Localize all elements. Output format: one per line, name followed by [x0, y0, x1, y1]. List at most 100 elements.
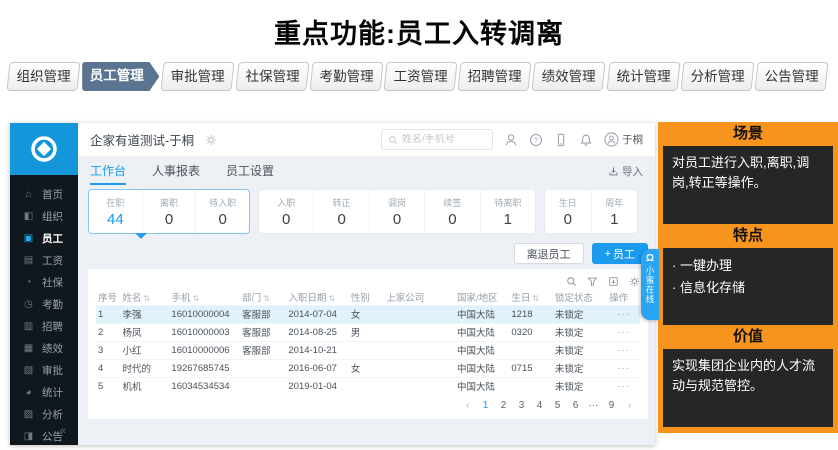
pagination-page-button[interactable]: 3 — [515, 400, 528, 411]
row-actions-button[interactable]: ··· — [607, 359, 640, 377]
app-logo[interactable] — [10, 123, 78, 175]
sidebar-item-recruit[interactable]: ▥招聘 — [10, 315, 78, 337]
pagination-page-button[interactable]: 2 — [497, 400, 510, 411]
feature-tab[interactable]: 分析管理 — [680, 62, 754, 91]
sidebar-item-salary[interactable]: ▤工资 — [10, 249, 78, 271]
feature-tab[interactable]: 组织管理 — [6, 62, 80, 91]
table-cell: 时代的 — [120, 359, 169, 377]
table-row[interactable]: 3小红16010000006客服部2014-10-21中国大陆未锁定··· — [96, 341, 640, 359]
window-tab[interactable]: 人事报表 — [152, 157, 200, 185]
feature-tab[interactable]: 公告管理 — [754, 62, 828, 91]
table-export-icon[interactable] — [608, 276, 619, 287]
feature-tab[interactable]: 招聘管理 — [458, 62, 532, 91]
stat-item[interactable]: 离职0 — [142, 190, 196, 233]
sidebar-menu: ⌂首页◧组织▣员工▤工资◔社保◷考勤▥招聘▦绩效▧审批◕统计▨分析◨公告 — [10, 183, 78, 447]
table-cell — [384, 377, 455, 395]
stat-item[interactable]: 调岗0 — [369, 190, 424, 233]
table-cell: 中国大陆 — [455, 323, 509, 341]
notifications-bell-icon[interactable] — [579, 133, 593, 147]
sidebar-item-analysis[interactable]: ▨分析 — [10, 403, 78, 425]
import-button[interactable]: 导入 — [608, 164, 643, 179]
pagination-page-button[interactable]: 5 — [551, 400, 564, 411]
table-cell — [384, 341, 455, 359]
feature-tab[interactable]: 考勤管理 — [309, 62, 383, 91]
sort-icon[interactable]: ⇅ — [143, 294, 150, 303]
feature-tab[interactable]: 社保管理 — [235, 62, 309, 91]
mobile-icon[interactable] — [554, 133, 568, 147]
sidebar-item-performance[interactable]: ▦绩效 — [10, 337, 78, 359]
pagination-prev-button[interactable]: ‹ — [461, 400, 474, 411]
window-tab[interactable]: 员工设置 — [226, 157, 274, 185]
user-icon[interactable] — [504, 133, 518, 147]
column-header[interactable]: 入职日期⇅ — [286, 289, 349, 305]
table-search-icon[interactable] — [566, 276, 577, 287]
sidebar-item-employee[interactable]: ▣员工 — [10, 227, 78, 249]
pagination-page-button[interactable]: 1 — [479, 400, 492, 411]
sidebar-item-notice[interactable]: ◨公告 — [10, 425, 78, 447]
sidebar-item-org[interactable]: ◧组织 — [10, 205, 78, 227]
table-settings-gear-icon[interactable] — [629, 276, 640, 287]
table-row[interactable]: 2杨凤16010000003客服部2014-08-25男中国大陆0320未锁定·… — [96, 323, 640, 341]
assistant-widget[interactable]: Ω 小蜜在线 — [641, 249, 659, 320]
table-cell: 男 — [349, 323, 384, 341]
table-filter-icon[interactable] — [587, 276, 598, 287]
feature-tab[interactable]: 工资管理 — [383, 62, 457, 91]
table-cell: 未锁定 — [553, 305, 607, 323]
table-cell — [240, 359, 286, 377]
departed-employees-button[interactable]: 离退员工 — [514, 243, 584, 264]
table-cell: 4 — [96, 359, 120, 377]
stat-item[interactable]: 待入职0 — [195, 190, 249, 233]
sidebar-item-statistics[interactable]: ◕统计 — [10, 381, 78, 403]
feature-tab-label: 审批管理 — [163, 63, 232, 90]
column-header[interactable]: 部门⇅ — [240, 289, 286, 305]
window-tab[interactable]: 工作台 — [90, 157, 126, 185]
feature-tab[interactable]: 员工管理 — [82, 62, 159, 91]
stat-item[interactable]: 待离职1 — [480, 190, 535, 233]
feature-tab[interactable]: 统计管理 — [606, 62, 680, 91]
row-actions-button[interactable]: ··· — [607, 323, 640, 341]
help-icon[interactable]: ? — [529, 133, 543, 147]
sidebar-item-approval[interactable]: ▧审批 — [10, 359, 78, 381]
table-cell — [384, 323, 455, 341]
workspace-settings-gear-icon[interactable] — [205, 134, 217, 146]
table-header-row: 序号姓名⇅手机⇅部门⇅入职日期⇅性别上家公司国家/地区生日⇅锁定状态操作 — [96, 289, 640, 305]
pagination-page-button[interactable]: 6 — [569, 400, 582, 411]
stat-item[interactable]: 周年1 — [591, 190, 638, 233]
svg-text:?: ? — [534, 135, 538, 144]
account-menu[interactable]: 于桐 — [604, 132, 643, 147]
row-actions-button[interactable]: ··· — [607, 305, 640, 323]
pagination-page-button[interactable]: 9 — [605, 400, 618, 411]
add-employee-button[interactable]: +员工 — [592, 243, 648, 264]
sort-icon[interactable]: ⇅ — [532, 294, 539, 303]
row-actions-button[interactable]: ··· — [607, 377, 640, 395]
sort-icon[interactable]: ⇅ — [263, 294, 270, 303]
sidebar-item-insurance[interactable]: ◔社保 — [10, 271, 78, 293]
sort-icon[interactable]: ⇅ — [192, 294, 199, 303]
employee-table: 序号姓名⇅手机⇅部门⇅入职日期⇅性别上家公司国家/地区生日⇅锁定状态操作 1李强… — [96, 289, 640, 395]
sidebar-collapse-button[interactable]: « — [60, 425, 66, 437]
stat-item[interactable]: 续签0 — [424, 190, 479, 233]
table-row[interactable]: 4时代的192676857452016-06-07女中国大陆0715未锁定··· — [96, 359, 640, 377]
pagination-page-button[interactable]: 4 — [533, 400, 546, 411]
pagination-next-button[interactable]: › — [623, 400, 636, 411]
sort-icon[interactable]: ⇅ — [328, 294, 335, 303]
stat-label: 待入职 — [209, 196, 236, 209]
column-header[interactable]: 生日⇅ — [509, 289, 553, 305]
search-input[interactable] — [402, 134, 486, 145]
feature-tab[interactable]: 绩效管理 — [532, 62, 606, 91]
column-header[interactable]: 手机⇅ — [169, 289, 240, 305]
table-row[interactable]: 1李强16010000004客服部2014-07-04女中国大陆1218未锁定·… — [96, 305, 640, 323]
feature-tab[interactable]: 审批管理 — [161, 62, 235, 91]
sidebar-item-attendance[interactable]: ◷考勤 — [10, 293, 78, 315]
stat-item[interactable]: 生日0 — [545, 190, 591, 233]
stat-item[interactable]: 在职44 — [89, 190, 142, 233]
sidebar-item-home[interactable]: ⌂首页 — [10, 183, 78, 205]
page-title: 重点功能:员工入转调离 — [0, 12, 838, 51]
column-header[interactable]: 姓名⇅ — [120, 289, 169, 305]
sidebar-item-label: 员工 — [42, 231, 63, 246]
table-cell: 2014-07-04 — [286, 305, 349, 323]
stat-item[interactable]: 入职0 — [259, 190, 313, 233]
table-row[interactable]: 5机机160345345342019-01-04中国大陆未锁定··· — [96, 377, 640, 395]
row-actions-button[interactable]: ··· — [607, 341, 640, 359]
stat-item[interactable]: 转正0 — [313, 190, 368, 233]
